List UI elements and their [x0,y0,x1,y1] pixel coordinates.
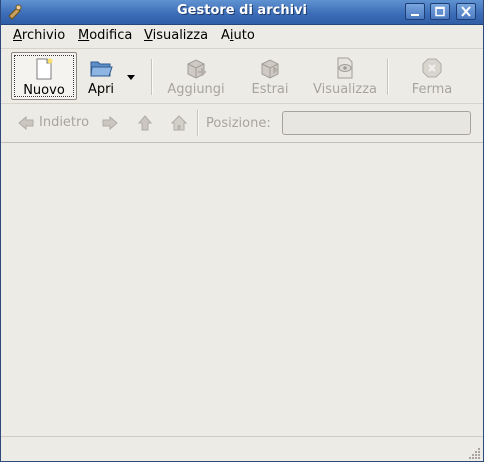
menu-visualizza[interactable]: Visualizza [144,28,208,43]
toolbar-separator [387,59,389,95]
menu-aiuto[interactable]: Aiuto [221,28,255,43]
add-to-archive-icon [184,56,208,80]
maximize-button[interactable] [430,3,450,20]
home-icon [170,115,188,131]
toolbar: Nuovo Apri Aggiungi Estrai Visualizza Fe… [1,48,483,104]
status-bar [1,436,483,461]
location-separator [197,110,199,136]
location-input[interactable] [282,111,471,135]
maximize-icon [435,6,445,17]
title-bar[interactable]: Gestore di archivi [1,0,483,25]
open-button-label: Apri [87,82,115,97]
resize-grip-icon[interactable] [467,446,481,460]
close-button[interactable] [456,3,476,20]
up-button[interactable] [136,112,156,134]
menu-modifica[interactable]: Modifica [78,28,132,43]
new-button[interactable]: Nuovo [11,52,77,100]
back-button[interactable]: Indietro [17,112,89,134]
new-button-label: Nuovo [23,83,65,98]
back-arrow-icon [18,115,34,131]
view-button-label: Visualizza [312,82,378,97]
extract-button-label: Estrai [251,82,289,97]
add-button[interactable]: Aggiungi [163,52,229,100]
menu-bar: Archivio Modifica Visualizza Aiuto [1,25,483,47]
extract-button[interactable]: Estrai [239,52,301,100]
view-file-icon [333,56,357,80]
add-button-label: Aggiungi [167,82,225,97]
toolbar-separator [151,59,153,95]
back-button-label: Indietro [39,115,90,130]
stop-icon [420,56,444,80]
stop-button-label: Ferma [411,82,453,97]
location-label: Posizione: [206,116,271,131]
forward-button[interactable] [101,112,121,134]
open-button[interactable]: Apri [81,52,121,100]
archive-content-area[interactable] [1,143,483,434]
menu-archivio[interactable]: Archivio [13,28,65,43]
stop-button[interactable]: Ferma [401,52,463,100]
open-folder-icon [89,56,113,80]
view-button[interactable]: Visualizza [311,52,379,100]
location-bar: Indietro Posizione: [1,104,483,143]
minimize-button[interactable] [405,3,425,20]
main-window: Gestore di archivi Archivio Modifica Vis… [0,0,484,462]
new-document-icon [32,57,56,81]
extract-from-archive-icon [258,56,282,80]
up-arrow-icon [137,115,153,131]
home-button[interactable] [170,112,190,134]
close-icon [461,6,471,17]
open-dropdown-arrow-icon[interactable] [125,71,137,83]
forward-arrow-icon [102,115,118,131]
minimize-icon [411,14,419,16]
